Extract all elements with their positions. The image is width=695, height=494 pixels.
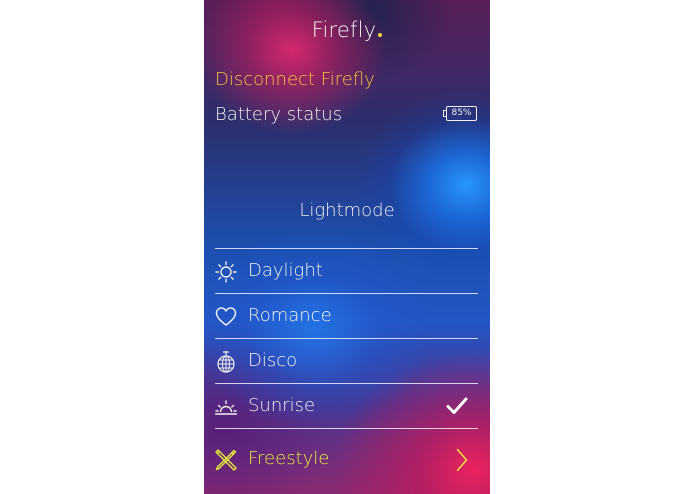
app-title-text: Firefly [311, 18, 377, 42]
lightmode-item-daylight[interactable]: Daylight [215, 248, 478, 293]
sunrise-icon [215, 400, 237, 415]
lightmode-item-sunrise[interactable]: Sunrise [215, 383, 478, 428]
sun-icon [215, 261, 237, 283]
disconnect-button[interactable]: Disconnect Firefly [215, 69, 375, 90]
lightmode-item-romance[interactable]: Romance [215, 293, 478, 338]
chevron-right-icon [456, 448, 468, 472]
battery-indicator: 85% [443, 106, 477, 121]
lightmode-title: Lightmode [299, 200, 395, 221]
brush-pencil-icon [215, 449, 237, 471]
lightmode-item-disco[interactable]: Disco [215, 338, 478, 383]
freestyle-item[interactable]: Freestyle [215, 428, 478, 488]
lightmode-item-label: Daylight [248, 260, 323, 281]
battery-level: 85% [451, 108, 472, 118]
disco-ball-icon [217, 351, 235, 373]
lightmode-list: Daylight Romance Disco Sunrise Freestyle [215, 248, 478, 488]
battery-status-label: Battery status [215, 104, 343, 125]
app-title-dot [378, 33, 383, 37]
app-screen: Firefly Disconnect Firefly Battery statu… [204, 0, 490, 494]
lightmode-item-label: Romance [248, 305, 332, 326]
lightmode-item-label: Sunrise [248, 395, 316, 416]
freestyle-label: Freestyle [248, 448, 330, 469]
battery-nub-icon [443, 110, 446, 117]
heart-icon [215, 307, 237, 326]
checkmark-icon [446, 397, 468, 414]
lightmode-item-label: Disco [248, 350, 298, 371]
app-title: Firefly [204, 18, 490, 42]
